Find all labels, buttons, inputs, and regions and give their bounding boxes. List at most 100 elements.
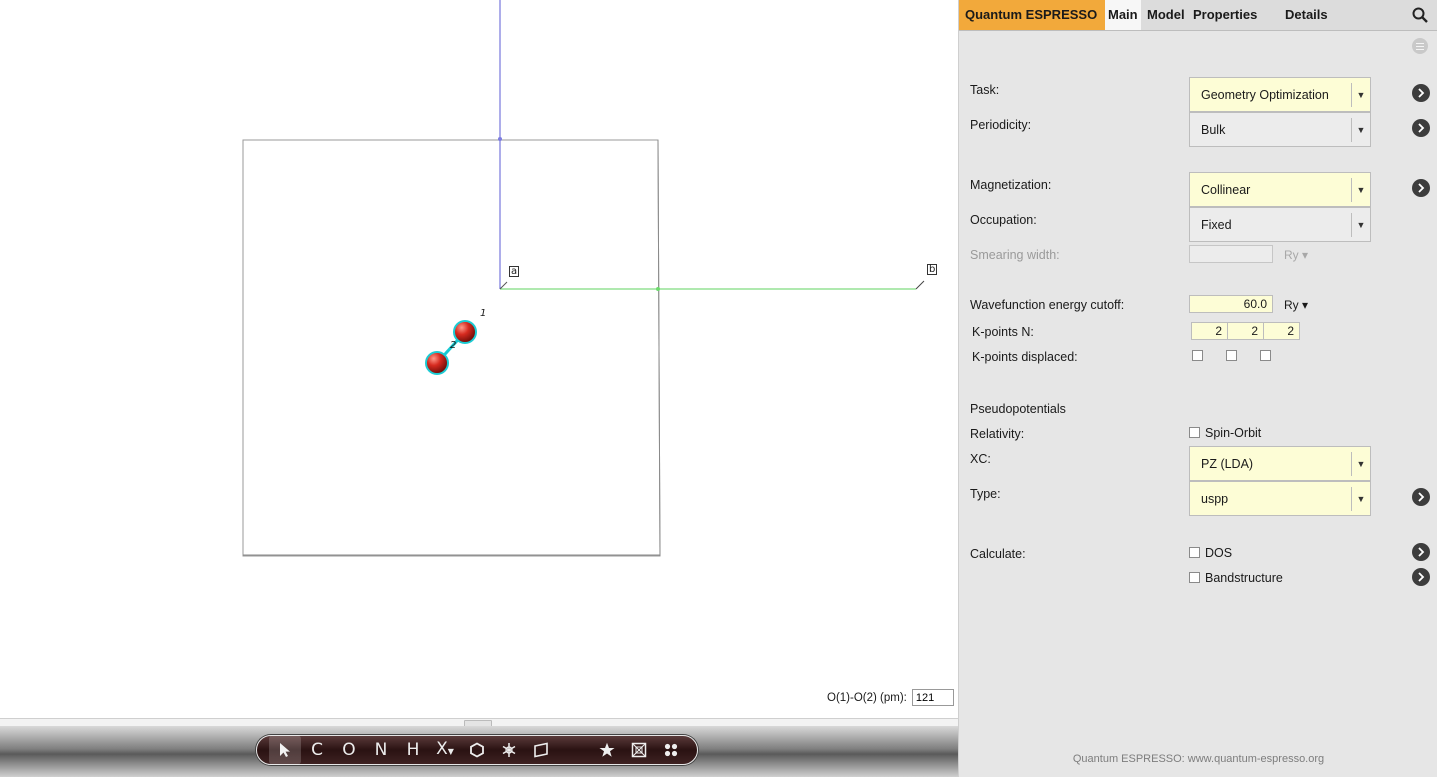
- task-select[interactable]: Geometry Optimization ▼: [1189, 77, 1371, 112]
- panel-menu-icon[interactable]: [1412, 38, 1428, 54]
- chevron-right-icon: [1418, 88, 1425, 98]
- type-select[interactable]: uspp ▼: [1189, 481, 1371, 516]
- surface-tool-button[interactable]: [525, 735, 557, 765]
- calculation-panel: Quantum ESPRESSO Main Model Properties D…: [958, 0, 1437, 777]
- axis-a-label: a: [509, 266, 520, 277]
- atom-oxygen-2[interactable]: [425, 351, 449, 375]
- magnetization-select[interactable]: Collinear ▼: [1189, 172, 1371, 207]
- plane-icon: [534, 742, 548, 758]
- kpoints-label: K-points N:: [972, 325, 1034, 339]
- bandstructure-options-button[interactable]: [1412, 568, 1430, 586]
- periodicity-label: Periodicity:: [970, 118, 1032, 132]
- tab-quantum-espresso[interactable]: Quantum ESPRESSO: [959, 0, 1108, 30]
- cutoff-unit-select[interactable]: Ry ▾: [1284, 298, 1308, 312]
- task-value: Geometry Optimization: [1201, 88, 1329, 102]
- breadcrumb-arrow: [1097, 0, 1105, 30]
- pseudopotentials-heading: Pseudopotentials: [970, 402, 1066, 416]
- star-icon: [599, 742, 615, 757]
- kpoints-displaced-1-checkbox[interactable]: [1192, 350, 1203, 361]
- bandstructure-checkbox[interactable]: [1189, 572, 1200, 583]
- kpoints-displaced-3-checkbox[interactable]: [1260, 350, 1271, 361]
- ring-tool-button[interactable]: [461, 735, 493, 765]
- favorites-button[interactable]: [591, 735, 623, 765]
- xc-select[interactable]: PZ (LDA) ▼: [1189, 446, 1371, 481]
- smearing-unit-select[interactable]: Ry ▾: [1284, 248, 1308, 262]
- cell-view-button[interactable]: [623, 735, 655, 765]
- magnetization-options-button[interactable]: [1412, 179, 1430, 197]
- bond-length-input[interactable]: [911, 689, 954, 706]
- search-icon[interactable]: [1412, 7, 1428, 26]
- arrow-cursor-icon: [280, 743, 290, 757]
- type-label: Type:: [970, 487, 1001, 501]
- dos-checkbox[interactable]: [1189, 547, 1200, 558]
- builder-toolbar: C O N H X▼: [256, 735, 698, 765]
- periodicity-value: Bulk: [1201, 123, 1226, 137]
- dos-label: DOS: [1205, 546, 1233, 560]
- select-tool-button[interactable]: [269, 735, 301, 765]
- axis-b-marker: [656, 287, 660, 291]
- smearing-width-input[interactable]: [1189, 245, 1273, 263]
- periodicity-options-button[interactable]: [1412, 119, 1430, 137]
- kpoints-displaced-2-checkbox[interactable]: [1226, 350, 1237, 361]
- axis-a-line: [499, 281, 508, 290]
- chevron-right-icon: [1418, 492, 1425, 502]
- element-picker-button[interactable]: X▼: [429, 734, 461, 767]
- dots-icon: [664, 743, 678, 757]
- tab-main[interactable]: Main: [1105, 0, 1141, 30]
- tab-properties[interactable]: Properties: [1189, 0, 1261, 30]
- kpoints-n3-input[interactable]: 2: [1263, 322, 1300, 340]
- task-label: Task:: [970, 83, 1000, 97]
- bond-length-label: O(1)-O(2) (pm):: [827, 691, 907, 704]
- nitrogen-tool-button[interactable]: N: [365, 735, 397, 765]
- chevron-down-icon: ▼: [1351, 178, 1370, 202]
- chevron-down-icon: ▼: [1351, 213, 1370, 237]
- viewer-canvas[interactable]: [0, 0, 958, 718]
- atom-label-2: 2: [450, 340, 457, 351]
- occupation-value: Fixed: [1201, 218, 1232, 232]
- fragments-button[interactable]: [655, 735, 687, 765]
- kpoints-displaced-label: K-points displaced:: [972, 350, 1078, 364]
- periodicity-select[interactable]: Bulk ▼: [1189, 112, 1371, 147]
- carbon-tool-button[interactable]: C: [301, 735, 333, 765]
- spin-orbit-checkbox[interactable]: [1189, 427, 1200, 438]
- atom-label-1: 1: [480, 308, 487, 319]
- occupation-select[interactable]: Fixed ▼: [1189, 207, 1371, 242]
- relativity-label: Relativity:: [970, 427, 1025, 441]
- molecule-viewer[interactable]: a b 1 2 O(1)-O(2) (pm):: [0, 0, 958, 718]
- kpoints-n1-input[interactable]: 2: [1191, 322, 1228, 340]
- element-picker-label: X: [436, 738, 448, 759]
- type-value: uspp: [1201, 492, 1229, 506]
- kpoints-n2-input[interactable]: 2: [1227, 322, 1264, 340]
- dos-options-button[interactable]: [1412, 543, 1430, 561]
- chevron-down-icon: ▼: [1351, 452, 1370, 476]
- type-options-button[interactable]: [1412, 488, 1430, 506]
- chevron-down-icon: ▼: [1351, 487, 1370, 511]
- cutoff-input[interactable]: 60.0: [1189, 295, 1273, 313]
- oxygen-tool-button[interactable]: O: [333, 735, 365, 765]
- snowflake-icon: [502, 743, 516, 757]
- chevron-right-icon: [1418, 547, 1425, 557]
- calculate-label: Calculate:: [970, 547, 1026, 561]
- hydrogen-tool-button[interactable]: H: [397, 735, 429, 765]
- chevron-right-icon: [1418, 572, 1425, 582]
- xc-value: PZ (LDA): [1201, 457, 1254, 471]
- chevron-right-icon: [1418, 183, 1425, 193]
- builder-toolbar-area: C O N H X▼: [0, 726, 958, 777]
- xc-label: XC:: [970, 452, 991, 466]
- tab-details[interactable]: Details: [1281, 0, 1332, 30]
- magnetization-label: Magnetization:: [970, 178, 1052, 192]
- bond-length-readout: O(1)-O(2) (pm):: [827, 689, 954, 706]
- cutoff-label: Wavefunction energy cutoff:: [970, 298, 1125, 312]
- cube-icon: [631, 742, 647, 758]
- axis-b-label: b: [927, 264, 938, 275]
- chevron-right-icon: [1418, 123, 1425, 133]
- spin-orbit-label: Spin-Orbit: [1205, 426, 1262, 440]
- task-options-button[interactable]: [1412, 84, 1430, 102]
- chevron-down-icon: ▼: [1351, 83, 1370, 107]
- tab-model[interactable]: Model: [1143, 0, 1189, 30]
- footer-credit: Quantum ESPRESSO: www.quantum-espresso.o…: [1072, 753, 1325, 765]
- axis-c-marker: [498, 137, 502, 141]
- crystal-tool-button[interactable]: [493, 735, 525, 765]
- atom-oxygen-1[interactable]: [453, 320, 477, 344]
- bandstructure-label: Bandstructure: [1205, 571, 1283, 585]
